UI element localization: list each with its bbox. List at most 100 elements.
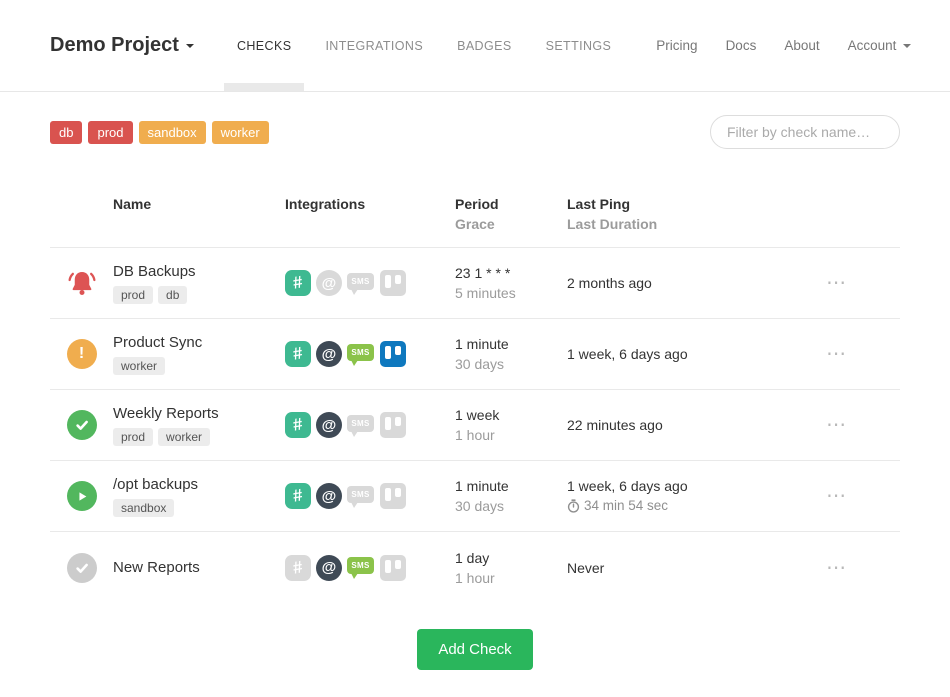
status-new-icon[interactable] <box>67 553 97 583</box>
check-name[interactable]: New Reports <box>113 559 277 576</box>
last-duration-value: 34 min 54 sec <box>567 496 810 516</box>
tab-checks[interactable]: CHECKS <box>224 0 305 91</box>
table-row: DB Backups proddb #@ SMS 23 1 * * * 5 min… <box>50 248 900 319</box>
tag-filter-list: dbprod sandbox worker <box>50 121 269 144</box>
nav-links: Pricing Docs About Account <box>628 38 911 53</box>
header-period-grace: Period Grace <box>455 194 567 234</box>
email-icon[interactable]: @ <box>316 270 342 296</box>
integration-icons: #@ SMS <box>285 483 455 509</box>
grace-value: 30 days <box>455 496 567 516</box>
check-name[interactable]: /opt backups <box>113 476 277 493</box>
period-value: 23 1 * * * <box>455 263 567 283</box>
account-label: Account <box>848 38 897 53</box>
chevron-down-icon <box>903 44 911 52</box>
table-row: Weekly Reports prod worker #@ SMS 1 week 1… <box>50 390 900 461</box>
status-running-icon[interactable] <box>67 481 97 511</box>
status-alert-icon[interactable] <box>67 268 97 298</box>
tag-filter-sandbox[interactable]: sandbox <box>139 121 206 144</box>
check-tag: worker <box>113 357 165 375</box>
add-check-button[interactable]: Add Check <box>417 629 532 670</box>
chevron-down-icon <box>186 44 194 52</box>
header-lastping-duration: Last Ping Last Duration <box>567 194 810 234</box>
trello-icon[interactable] <box>380 555 406 581</box>
trello-icon[interactable] <box>380 270 406 296</box>
account-menu[interactable]: Account <box>848 38 912 53</box>
email-icon[interactable]: @ <box>316 412 342 438</box>
checks-table-body: DB Backups proddb #@SMS 23 1 * * * 5 min… <box>50 248 900 603</box>
slack-icon[interactable]: # <box>285 555 311 581</box>
last-ping-value: Never <box>567 558 810 578</box>
tab-settings[interactable]: SETTINGS <box>533 0 625 91</box>
header-period: Period <box>455 194 567 214</box>
status-up-icon[interactable] <box>67 410 97 440</box>
email-icon[interactable]: @ <box>316 555 342 581</box>
tab-integrations[interactable]: INTEGRATIONS <box>312 0 436 91</box>
check-tag: sandbox <box>113 499 174 517</box>
grace-value: 1 hour <box>455 568 567 588</box>
integration-icons: #@ SMS <box>285 341 455 367</box>
top-nav: Demo Project CHECKSINTEGRATIONSBADGESSET… <box>0 0 950 92</box>
last-ping-value: 2 months ago <box>567 273 810 293</box>
email-icon[interactable]: @ <box>316 341 342 367</box>
row-menu-button[interactable]: ⋯ <box>820 342 852 366</box>
sms-icon[interactable]: SMS <box>347 557 374 574</box>
period-value: 1 day <box>455 548 567 568</box>
row-menu-button[interactable]: ⋯ <box>820 413 852 437</box>
tab-badges[interactable]: BADGES <box>444 0 525 91</box>
integration-icons: #@ SMS <box>285 270 455 296</box>
sms-icon[interactable]: SMS <box>347 344 374 361</box>
row-menu-button[interactable]: ⋯ <box>820 271 852 295</box>
sms-icon[interactable]: SMS <box>347 273 374 290</box>
check-name[interactable]: Weekly Reports <box>113 405 277 422</box>
table-row: /opt backups sandbox #@ SMS 1 minute 30 d… <box>50 461 900 532</box>
last-ping-value: 1 week, 6 days ago <box>567 476 810 496</box>
trello-icon[interactable] <box>380 341 406 367</box>
integration-icons: #@ SMS <box>285 555 455 581</box>
header-last-ping: Last Ping <box>567 194 810 214</box>
check-tags: sandbox <box>113 499 277 517</box>
trello-icon[interactable] <box>380 483 406 509</box>
header-last-duration: Last Duration <box>567 214 810 234</box>
nav-link-docs[interactable]: Docs <box>726 38 757 53</box>
row-menu-button[interactable]: ⋯ <box>820 556 852 580</box>
check-name[interactable]: DB Backups <box>113 263 277 280</box>
period-value: 1 week <box>455 405 567 425</box>
check-tags: proddb <box>113 286 277 304</box>
nav-link-pricing[interactable]: Pricing <box>656 38 697 53</box>
tag-filter-db[interactable]: db <box>50 121 82 144</box>
slack-icon[interactable]: # <box>285 270 311 296</box>
slack-icon[interactable]: # <box>285 341 311 367</box>
trello-icon[interactable] <box>380 412 406 438</box>
period-value: 1 minute <box>455 334 567 354</box>
tag-filter-prod[interactable]: prod <box>88 121 132 144</box>
nav-link-about[interactable]: About <box>784 38 819 53</box>
check-tag: prod <box>113 428 153 446</box>
header-grace: Grace <box>455 214 567 234</box>
slack-icon[interactable]: # <box>285 412 311 438</box>
check-tag: prod <box>113 286 153 304</box>
tag-filter-worker[interactable]: worker <box>212 121 269 144</box>
check-tag: worker <box>158 428 210 446</box>
status-warning-icon[interactable]: ! <box>67 339 97 369</box>
project-name: Demo Project <box>50 34 179 57</box>
sms-icon[interactable]: SMS <box>347 415 374 432</box>
grace-value: 1 hour <box>455 425 567 445</box>
header-integrations: Integrations <box>285 194 455 214</box>
sms-icon[interactable]: SMS <box>347 486 374 503</box>
grace-value: 5 minutes <box>455 283 567 303</box>
check-name-filter-input[interactable] <box>710 115 900 149</box>
integration-icons: #@ SMS <box>285 412 455 438</box>
period-value: 1 minute <box>455 476 567 496</box>
table-header: Name Integrations Period Grace Last Ping… <box>50 177 900 248</box>
checks-table: Name Integrations Period Grace Last Ping… <box>50 177 900 603</box>
check-name[interactable]: Product Sync <box>113 334 277 351</box>
check-tags: worker <box>113 357 277 375</box>
row-menu-button[interactable]: ⋯ <box>820 484 852 508</box>
slack-icon[interactable]: # <box>285 483 311 509</box>
last-ping-value: 1 week, 6 days ago <box>567 344 810 364</box>
email-icon[interactable]: @ <box>316 483 342 509</box>
grace-value: 30 days <box>455 354 567 374</box>
duration-text: 34 min 54 sec <box>584 496 668 516</box>
last-ping-value: 22 minutes ago <box>567 415 810 435</box>
project-switcher[interactable]: Demo Project <box>50 34 194 57</box>
